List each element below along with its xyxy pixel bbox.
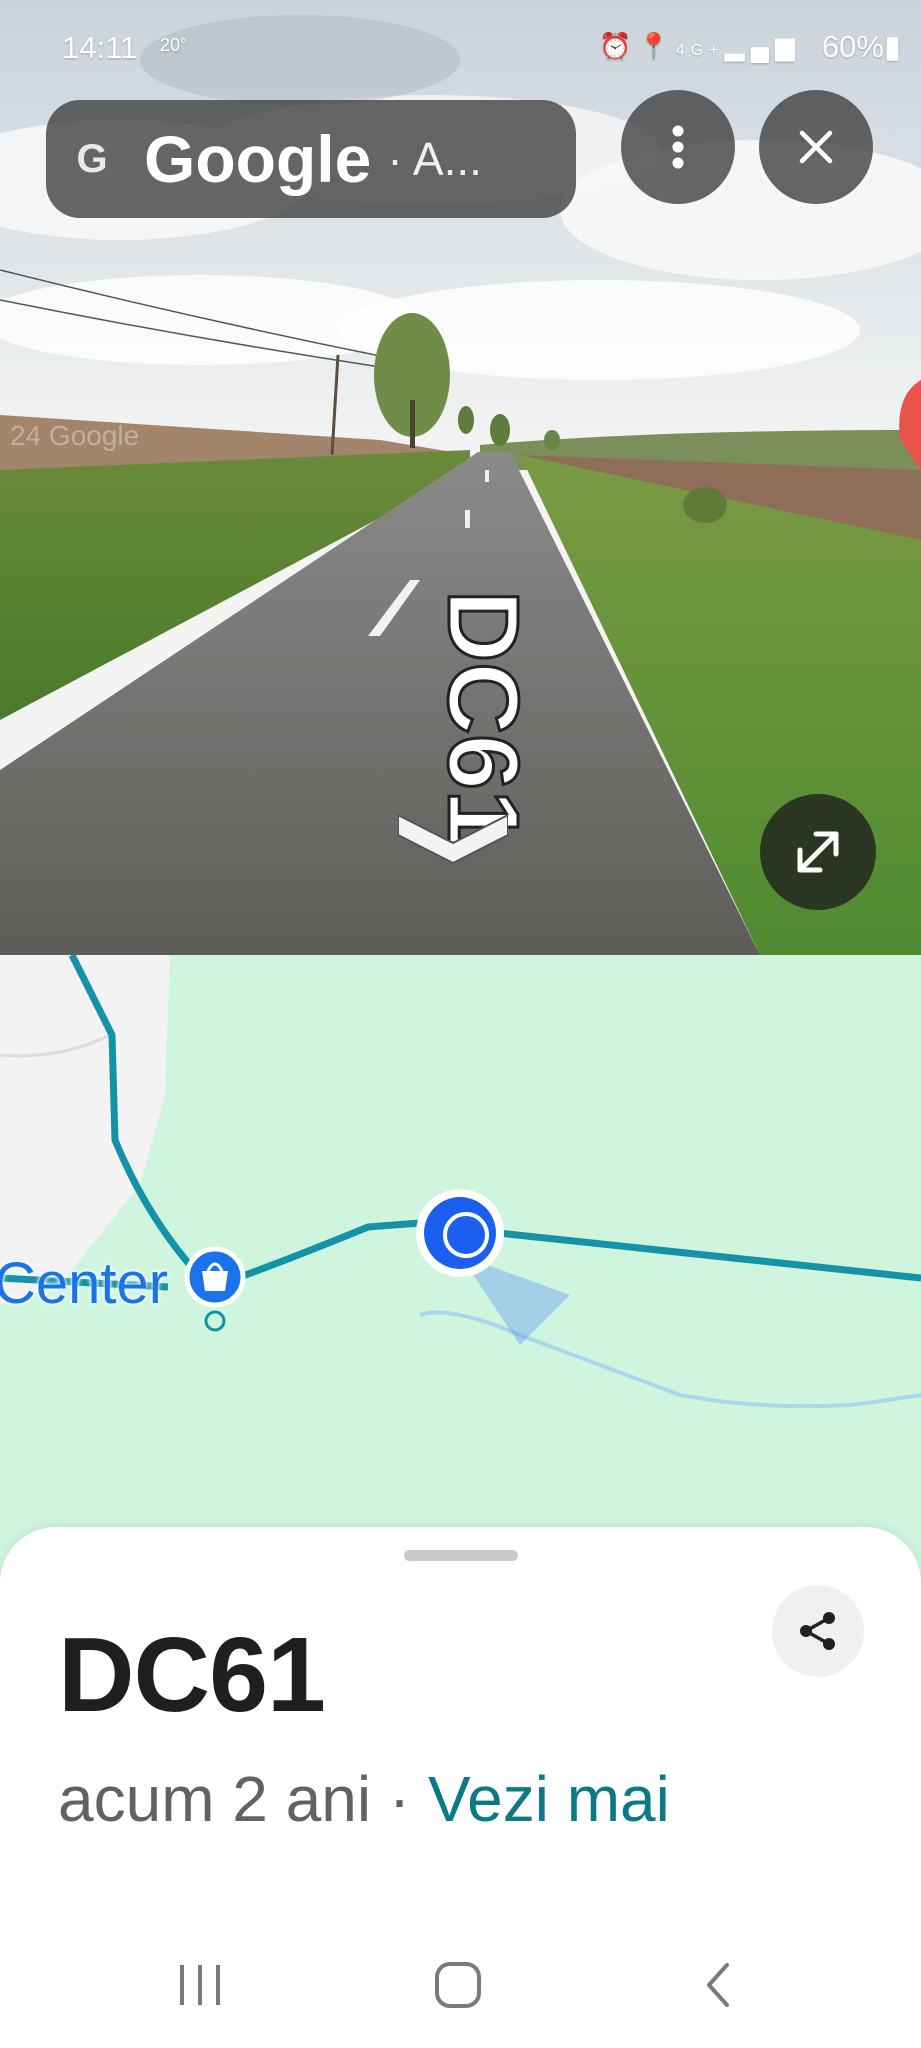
- close-icon: [799, 130, 833, 164]
- alarm-icon: ⏰: [599, 31, 638, 61]
- search-subtitle: · A...: [387, 133, 482, 185]
- temperature: 20°: [160, 35, 188, 55]
- clock: 14:11: [62, 30, 138, 65]
- google-search-pill[interactable]: G Google · A...: [46, 100, 576, 218]
- move-forward-chevron[interactable]: [398, 805, 508, 865]
- status-icons: ⏰📍4G+▂▄▆: [599, 31, 801, 62]
- share-icon: [800, 1612, 835, 1650]
- battery-icon: ▮: [883, 29, 901, 64]
- sheet-drag-handle[interactable]: [404, 1550, 518, 1561]
- back-icon: [707, 1963, 729, 2007]
- expand-icon: [797, 831, 839, 873]
- google-brand-label: Google: [144, 122, 372, 196]
- meta-separator: ·: [371, 1763, 428, 1835]
- battery-percent: 60%: [821, 29, 884, 64]
- signal-icon: ▂▄▆: [724, 31, 801, 61]
- more-vertical-icon: [672, 125, 684, 169]
- share-button[interactable]: [772, 1585, 864, 1677]
- street-view-panorama[interactable]: 24 Google 14:11 20° ⏰📍4G+▂▄▆ 60%▮ G Goog…: [0, 0, 921, 955]
- back-button[interactable]: [683, 1955, 753, 2015]
- road-name-overlay: DC61: [426, 589, 541, 848]
- shopping-poi-marker[interactable]: [184, 1246, 246, 1332]
- fullscreen-button[interactable]: [760, 794, 876, 910]
- current-location-marker: [416, 1189, 570, 1345]
- photo-age: acum 2 ani: [58, 1763, 372, 1835]
- location-icon: 📍: [637, 31, 676, 61]
- map-poi-label[interactable]: Center: [0, 1250, 168, 1317]
- recent-apps-button[interactable]: [165, 1955, 235, 2015]
- more-options-button[interactable]: [621, 90, 735, 204]
- place-meta: acum 2 ani · Vezi mai: [58, 1762, 670, 1836]
- home-button[interactable]: [423, 1955, 493, 2015]
- google-g-icon: G: [76, 136, 108, 181]
- battery-indicator: 60%▮: [822, 29, 901, 65]
- status-bar: 14:11 20° ⏰📍4G+▂▄▆ 60%▮: [0, 0, 921, 90]
- close-button[interactable]: [759, 90, 873, 204]
- see-more-link[interactable]: Vezi mai: [428, 1763, 670, 1835]
- 4g-icon: 4G+: [675, 42, 725, 59]
- system-navigation-bar: [0, 1925, 921, 2035]
- place-title: DC61: [58, 1616, 326, 1734]
- recent-apps-icon: [180, 1965, 220, 2005]
- home-icon: [435, 1962, 481, 2008]
- svg-text:24 Google: 24 Google: [10, 420, 139, 451]
